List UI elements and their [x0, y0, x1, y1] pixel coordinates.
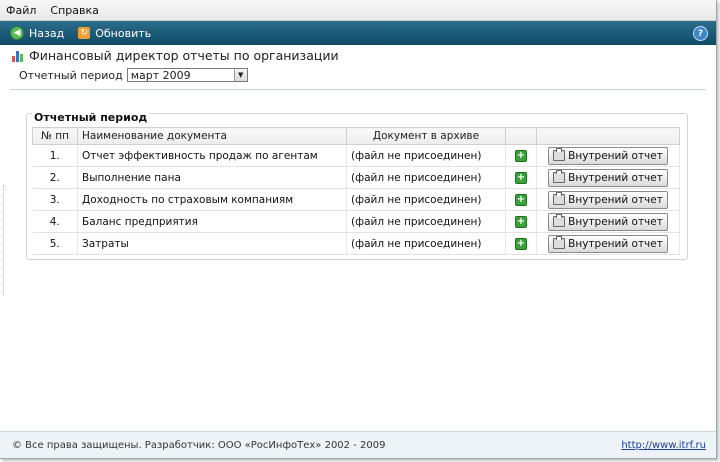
- refresh-button[interactable]: ↻ Обновить: [78, 27, 151, 40]
- document-name: Доходность по страховым компаниям: [77, 188, 347, 211]
- bar-chart-icon: [12, 50, 25, 62]
- back-button-label: Назад: [29, 26, 65, 40]
- refresh-icon: ↻: [78, 27, 91, 39]
- toolbar: ◀ Назад ↻ Обновить ?: [0, 21, 716, 45]
- add-file-icon[interactable]: +: [515, 194, 527, 206]
- chevron-down-icon[interactable]: ▼: [233, 69, 247, 81]
- reports-table: № пп Наименование документа Документ в а…: [32, 127, 680, 255]
- col-header-report: [536, 127, 680, 145]
- row-number: 5.: [32, 232, 78, 255]
- archive-status: (файл не присоединен): [346, 188, 506, 211]
- row-number: 3.: [32, 188, 78, 211]
- internal-report-button[interactable]: Внутрений отчет: [548, 146, 668, 165]
- add-file-icon[interactable]: +: [515, 238, 527, 250]
- internal-report-button[interactable]: Внутрений отчет: [548, 190, 668, 209]
- printer-icon: [553, 148, 566, 161]
- internal-report-label: Внутрений отчет: [568, 149, 663, 162]
- period-select[interactable]: март 2009 ▼: [126, 68, 248, 82]
- table-header-row: № пп Наименование документа Документ в а…: [32, 127, 680, 145]
- fieldset-legend: Отчетный период: [32, 111, 150, 124]
- document-name: Выполнение пана: [77, 166, 347, 189]
- add-file-icon[interactable]: +: [515, 150, 527, 162]
- table-row: 5. Затраты (файл не присоединен) + Внутр…: [32, 232, 680, 255]
- printer-icon: [553, 214, 566, 227]
- add-file-icon[interactable]: +: [515, 216, 527, 228]
- row-number: 1.: [32, 144, 78, 167]
- back-arrow-icon: ◀: [10, 26, 24, 40]
- col-header-add: [505, 127, 537, 145]
- period-label: Отчетный период: [19, 68, 123, 82]
- menu-bar: Файл Справка: [0, 0, 716, 21]
- add-file-icon[interactable]: +: [515, 172, 527, 184]
- internal-report-label: Внутрений отчет: [568, 193, 663, 206]
- internal-report-label: Внутрений отчет: [568, 237, 663, 250]
- table-row: 1. Отчет эффективность продаж по агентам…: [32, 144, 680, 167]
- copyright-text: © Все права защищены. Разработчик: ООО «…: [12, 439, 386, 451]
- menu-file[interactable]: Файл: [6, 4, 36, 17]
- app-window: Файл Справка ◀ Назад ↻ Обновить ? Финанс…: [0, 0, 717, 459]
- menu-help[interactable]: Справка: [50, 4, 98, 17]
- website-link[interactable]: http://www.itrf.ru: [621, 440, 706, 451]
- archive-status: (файл не присоединен): [346, 210, 506, 233]
- document-name: Отчет эффективность продаж по агентам: [77, 144, 347, 167]
- printer-icon: [553, 236, 566, 249]
- internal-report-button[interactable]: Внутрений отчет: [548, 212, 668, 231]
- document-name: Затраты: [77, 232, 347, 255]
- refresh-button-label: Обновить: [95, 26, 152, 40]
- archive-status: (файл не присоединен): [346, 232, 506, 255]
- page-title-text: Финансовый директор отчеты по организаци…: [29, 48, 339, 63]
- document-name: Баланс предприятия: [77, 210, 347, 233]
- archive-status: (файл не присоединен): [346, 144, 506, 167]
- period-select-value: март 2009: [130, 68, 191, 82]
- row-number: 4.: [32, 210, 78, 233]
- printer-icon: [553, 192, 566, 205]
- splitter-handle[interactable]: [3, 185, 7, 295]
- col-header-number: № пп: [32, 127, 78, 145]
- internal-report-button[interactable]: Внутрений отчет: [548, 234, 668, 253]
- back-button[interactable]: ◀ Назад: [10, 26, 64, 40]
- col-header-archive: Документ в архиве: [346, 127, 506, 145]
- table-row: 4. Баланс предприятия (файл не присоедин…: [32, 210, 680, 233]
- help-icon[interactable]: ?: [693, 26, 708, 41]
- table-row: 2. Выполнение пана (файл не присоединен)…: [32, 166, 680, 189]
- footer: © Все права защищены. Разработчик: ООО «…: [0, 431, 716, 458]
- printer-icon: [553, 170, 566, 183]
- col-header-name: Наименование документа: [77, 127, 347, 145]
- row-number: 2.: [32, 166, 78, 189]
- internal-report-label: Внутрений отчет: [568, 215, 663, 228]
- internal-report-button[interactable]: Внутрений отчет: [548, 168, 668, 187]
- table-row: 3. Доходность по страховым компаниям (фа…: [32, 188, 680, 211]
- period-selector-row: Отчетный период март 2009 ▼: [19, 68, 248, 82]
- divider: [10, 89, 706, 90]
- archive-status: (файл не присоединен): [346, 166, 506, 189]
- page-title: Финансовый директор отчеты по организаци…: [12, 48, 339, 63]
- internal-report-label: Внутрений отчет: [568, 171, 663, 184]
